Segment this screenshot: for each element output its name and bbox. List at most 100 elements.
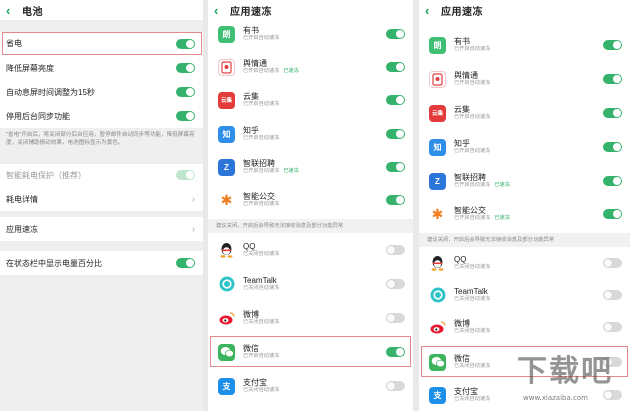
freeze-toggle[interactable]: [386, 62, 405, 72]
freeze-toggle[interactable]: [603, 209, 622, 219]
app-name: 舆情通: [454, 71, 478, 80]
freeze-toggle[interactable]: [386, 381, 405, 391]
app-name: TeamTalk: [454, 287, 488, 296]
section-gap: [0, 241, 203, 251]
smart-protect-row[interactable]: 智能耗电保护（推荐）: [0, 164, 203, 186]
freeze-toggle[interactable]: [603, 74, 622, 84]
alipay-app-icon: 支: [429, 386, 446, 404]
app-row-yuqing[interactable]: 舆情通 已开启自动速冻 已速冻: [208, 53, 413, 81]
disable-sync-label: 停用后台同步功能: [6, 111, 70, 121]
freeze-toggle[interactable]: [386, 279, 405, 289]
app-row-gongjiao[interactable]: ✱ 智能公交 已开启自动速冻: [208, 186, 413, 214]
teamtalk-app-icon: [429, 286, 446, 304]
empty-area: [0, 275, 203, 411]
app-sub: 已开启自动速冻 已速冻: [243, 68, 299, 74]
app-row-yunji[interactable]: 云集 云集 已开启自动速冻: [208, 86, 413, 114]
freeze-toggle[interactable]: [386, 129, 405, 139]
app-row-zhihu[interactable]: 知 知乎 已开启自动速冻: [419, 132, 630, 162]
yunji-app-icon: 云集: [218, 91, 235, 109]
app-name: 微博: [454, 319, 470, 328]
freeze-toggle[interactable]: [603, 390, 622, 400]
disable-sync-row[interactable]: 停用后台同步功能: [0, 105, 203, 127]
app-row-zhihu[interactable]: 知 知乎 已开启自动速冻: [208, 120, 413, 148]
page-title: 应用速冻: [441, 6, 483, 18]
app-sub: 已开启自动速冻: [243, 101, 280, 107]
app-name: 舆情通: [243, 59, 267, 68]
freeze-toggle[interactable]: [386, 313, 405, 323]
freeze-toggle[interactable]: [603, 142, 622, 152]
app-row-gongjiao[interactable]: ✱ 智能公交 已开启自动速冻 已速冻: [419, 199, 630, 229]
freeze-toggle[interactable]: [386, 95, 405, 105]
app-row-youshu[interactable]: 朗 有书 已开启自动速冻: [419, 30, 630, 60]
freeze-toggle[interactable]: [386, 29, 405, 39]
app-name: 有书: [454, 37, 470, 46]
qq-app-icon: [429, 254, 446, 272]
app-sub: 已关闭自动速冻: [454, 328, 491, 334]
app-sub: 已开启自动速冻: [454, 46, 491, 52]
back-arrow-icon[interactable]: ‹: [214, 4, 226, 17]
app-row-yuqing[interactable]: 舆情通 已开启自动速冻: [419, 64, 630, 94]
teamtalk-app-icon: [218, 275, 235, 293]
app-sub: 已开启自动速冻 已速冻: [454, 182, 510, 188]
app-name: 有书: [243, 26, 259, 35]
app-name: 智联招聘: [454, 173, 486, 182]
disable-sync-toggle[interactable]: [176, 111, 195, 121]
app-sub: 已关闭自动速冻: [243, 319, 280, 325]
page-title: 应用速冻: [230, 6, 272, 18]
smart-protect-toggle[interactable]: [176, 170, 195, 180]
app-name: 智联招聘: [243, 159, 275, 168]
reduce-brightness-row[interactable]: 降低屏幕亮度: [0, 57, 203, 79]
weibo-app-icon: [429, 318, 446, 336]
screen-timeout-toggle[interactable]: [176, 87, 195, 97]
app-sub: 已开启自动速冻: [454, 80, 491, 86]
zhilian-app-icon: Z: [218, 158, 235, 176]
power-detail-row[interactable]: 耗电详情 ›: [0, 188, 203, 210]
screen-timeout-row[interactable]: 自动息屏时间调整为15秒: [0, 81, 203, 103]
app-row-alipay[interactable]: 支 支付宝 已关闭自动速冻: [208, 372, 413, 400]
alipay-app-icon: 支: [218, 377, 235, 395]
show-percent-toggle[interactable]: [176, 258, 195, 268]
app-freeze-header: ‹ 应用速冻: [208, 0, 413, 20]
app-row-zhilian[interactable]: Z 智联招聘 已开启自动速冻 已速冻: [419, 166, 630, 196]
freeze-toggle[interactable]: [386, 162, 405, 172]
freeze-toggle[interactable]: [603, 258, 622, 268]
power-save-note: "省电"开启后，将关闭部分后台应用，暂停邮件自动同步等功能，降低屏幕亮度，关闭辅…: [6, 132, 195, 146]
app-name: QQ: [454, 255, 467, 264]
yuqing-app-icon: [429, 70, 446, 88]
app-row-youshu[interactable]: 朗 有书 已开启自动速冻: [208, 20, 413, 48]
app-sub: 已关闭自动速冻: [454, 296, 491, 302]
back-arrow-icon[interactable]: ‹: [425, 4, 437, 17]
app-row-qq[interactable]: QQ 已关闭自动速冻: [208, 236, 413, 264]
freeze-toggle[interactable]: [603, 176, 622, 186]
app-name: 支付宝: [243, 378, 267, 387]
screen-timeout-label: 自动息屏时间调整为15秒: [6, 87, 95, 97]
freeze-toggle[interactable]: [386, 195, 405, 205]
app-row-weibo[interactable]: 微博 已关闭自动速冻: [208, 304, 413, 332]
show-percent-row[interactable]: 在状态栏中显示电量百分比: [0, 252, 203, 274]
app-row-qq[interactable]: QQ 已关闭自动速冻: [419, 249, 630, 277]
app-freeze-row[interactable]: 应用速冻 ›: [0, 218, 203, 240]
smart-protect-label: 智能耗电保护（推荐）: [6, 170, 86, 180]
app-sub: 已关闭自动速冻: [243, 251, 280, 257]
page-title: 电池: [22, 6, 43, 18]
show-percent-label: 在状态栏中显示电量百分比: [6, 258, 102, 268]
freeze-toggle[interactable]: [603, 322, 622, 332]
app-row-yunji[interactable]: 云集 云集 已开启自动速冻: [419, 98, 630, 128]
watermark-logo: 下载吧: [517, 354, 613, 389]
freeze-toggle[interactable]: [603, 290, 622, 300]
qq-app-icon: [218, 241, 235, 259]
app-freeze-panel-1: ‹ 应用速冻 朗 有书 已开启自动速冻 舆情通 已开启自动速冻 已速冻 云集 云集 已开…: [208, 0, 413, 411]
freeze-toggle[interactable]: [603, 40, 622, 50]
reduce-brightness-label: 降低屏幕亮度: [6, 63, 54, 73]
app-row-zhilian[interactable]: Z 智联招聘 已开启自动速冻 已速冻: [208, 153, 413, 181]
chevron-right-icon: ›: [192, 224, 195, 234]
back-arrow-icon[interactable]: ‹: [6, 4, 18, 17]
app-row-weibo[interactable]: 微博 已关闭自动速冻: [419, 313, 630, 341]
app-row-teamtalk[interactable]: TeamTalk 已关闭自动速冻: [419, 281, 630, 309]
app-sub: 已开启自动速冻: [454, 148, 491, 154]
freeze-toggle[interactable]: [386, 245, 405, 255]
reduce-brightness-toggle[interactable]: [176, 63, 195, 73]
freeze-toggle[interactable]: [603, 108, 622, 118]
app-row-teamtalk[interactable]: TeamTalk 已关闭自动速冻: [208, 270, 413, 298]
app-sub: 已开启自动速冻: [243, 35, 280, 41]
